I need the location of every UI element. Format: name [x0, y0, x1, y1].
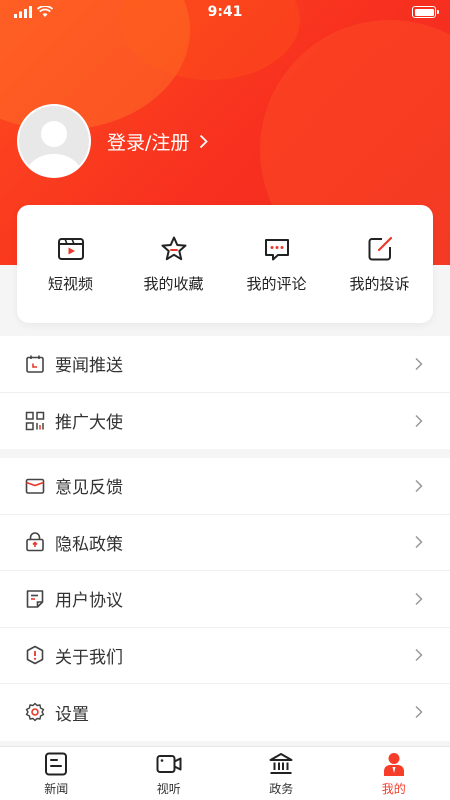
quick-action-comments[interactable]: 我的评论: [227, 235, 327, 294]
news-icon: [45, 752, 68, 775]
menu-item-label: 设置: [55, 704, 89, 725]
menu-item-label: 关于我们: [55, 647, 123, 668]
quick-action-favorites[interactable]: 我的收藏: [124, 235, 224, 294]
tab-government[interactable]: 政务: [241, 751, 321, 797]
gear-icon: [25, 702, 45, 722]
avatar[interactable]: [17, 104, 91, 178]
chevron-right-icon: [415, 536, 423, 549]
tab-audio-video[interactable]: 视听: [129, 751, 209, 797]
tab-label: 新闻: [44, 781, 69, 796]
chevron-right-icon: [415, 649, 423, 662]
quick-action-short-video[interactable]: 短视频: [21, 235, 121, 294]
menu-item-privacy[interactable]: 隐私政策: [0, 515, 450, 571]
menu-item-about-us[interactable]: 关于我们: [0, 628, 450, 684]
battery-icon: [412, 6, 439, 18]
bottom-tab-bar: 新闻 视听 政务 我的: [0, 746, 450, 800]
menu-item-news-push[interactable]: 要闻推送: [0, 336, 450, 393]
chevron-right-icon: [415, 479, 423, 492]
comment-icon: [264, 238, 289, 260]
envelope-icon: [25, 476, 45, 496]
default-avatar-icon: [19, 106, 89, 176]
tab-label: 视听: [156, 781, 181, 796]
menu-group-secondary: 意见反馈 隐私政策 用户协议 关于我们 设置: [0, 458, 450, 741]
tab-label: 政务: [269, 781, 294, 796]
menu-item-label: 用户协议: [55, 591, 123, 612]
star-icon: [161, 236, 186, 260]
chevron-right-icon: [415, 706, 423, 719]
quick-actions-card: 短视频 我的收藏 我的评论 我的投诉: [17, 205, 433, 323]
government-icon: [269, 752, 293, 774]
status-time: 9:41: [207, 4, 243, 20]
video-icon: [57, 237, 84, 260]
tab-mine[interactable]: 我的: [354, 751, 434, 797]
document-icon: [25, 589, 45, 609]
tab-news[interactable]: 新闻: [16, 751, 96, 797]
complaint-icon: [368, 236, 392, 260]
menu-item-label: 推广大使: [55, 413, 123, 434]
user-icon: [383, 752, 404, 776]
quick-action-label: 我的收藏: [143, 274, 204, 293]
camera-icon: [156, 754, 182, 773]
chevron-right-icon: [200, 134, 209, 148]
menu-item-label: 隐私政策: [55, 534, 123, 555]
qr-code-icon: [25, 411, 45, 431]
menu-group-primary: 要闻推送 推广大使: [0, 336, 450, 449]
login-register-link[interactable]: 登录/注册: [107, 128, 209, 155]
quick-action-label: 我的评论: [246, 274, 307, 293]
menu-item-feedback[interactable]: 意见反馈: [0, 458, 450, 515]
quick-action-complaints[interactable]: 我的投诉: [330, 235, 430, 294]
tab-label: 我的: [381, 781, 406, 796]
menu-item-user-agreement[interactable]: 用户协议: [0, 571, 450, 628]
chevron-right-icon: [415, 414, 423, 427]
profile-section[interactable]: 登录/注册: [17, 104, 209, 178]
menu-item-label: 意见反馈: [55, 478, 123, 499]
login-label: 登录/注册: [107, 131, 190, 154]
quick-action-label: 我的投诉: [349, 274, 410, 293]
menu-item-label: 要闻推送: [55, 356, 123, 377]
calendar-icon: [25, 354, 45, 374]
info-shield-icon: [25, 645, 45, 665]
lock-icon: [25, 532, 45, 552]
menu-item-settings[interactable]: 设置: [0, 684, 450, 741]
quick-action-label: 短视频: [47, 274, 93, 293]
menu-item-promoter[interactable]: 推广大使: [0, 393, 450, 450]
chevron-right-icon: [415, 357, 423, 370]
chevron-right-icon: [415, 592, 423, 605]
status-bar: 9:41: [0, 0, 450, 24]
